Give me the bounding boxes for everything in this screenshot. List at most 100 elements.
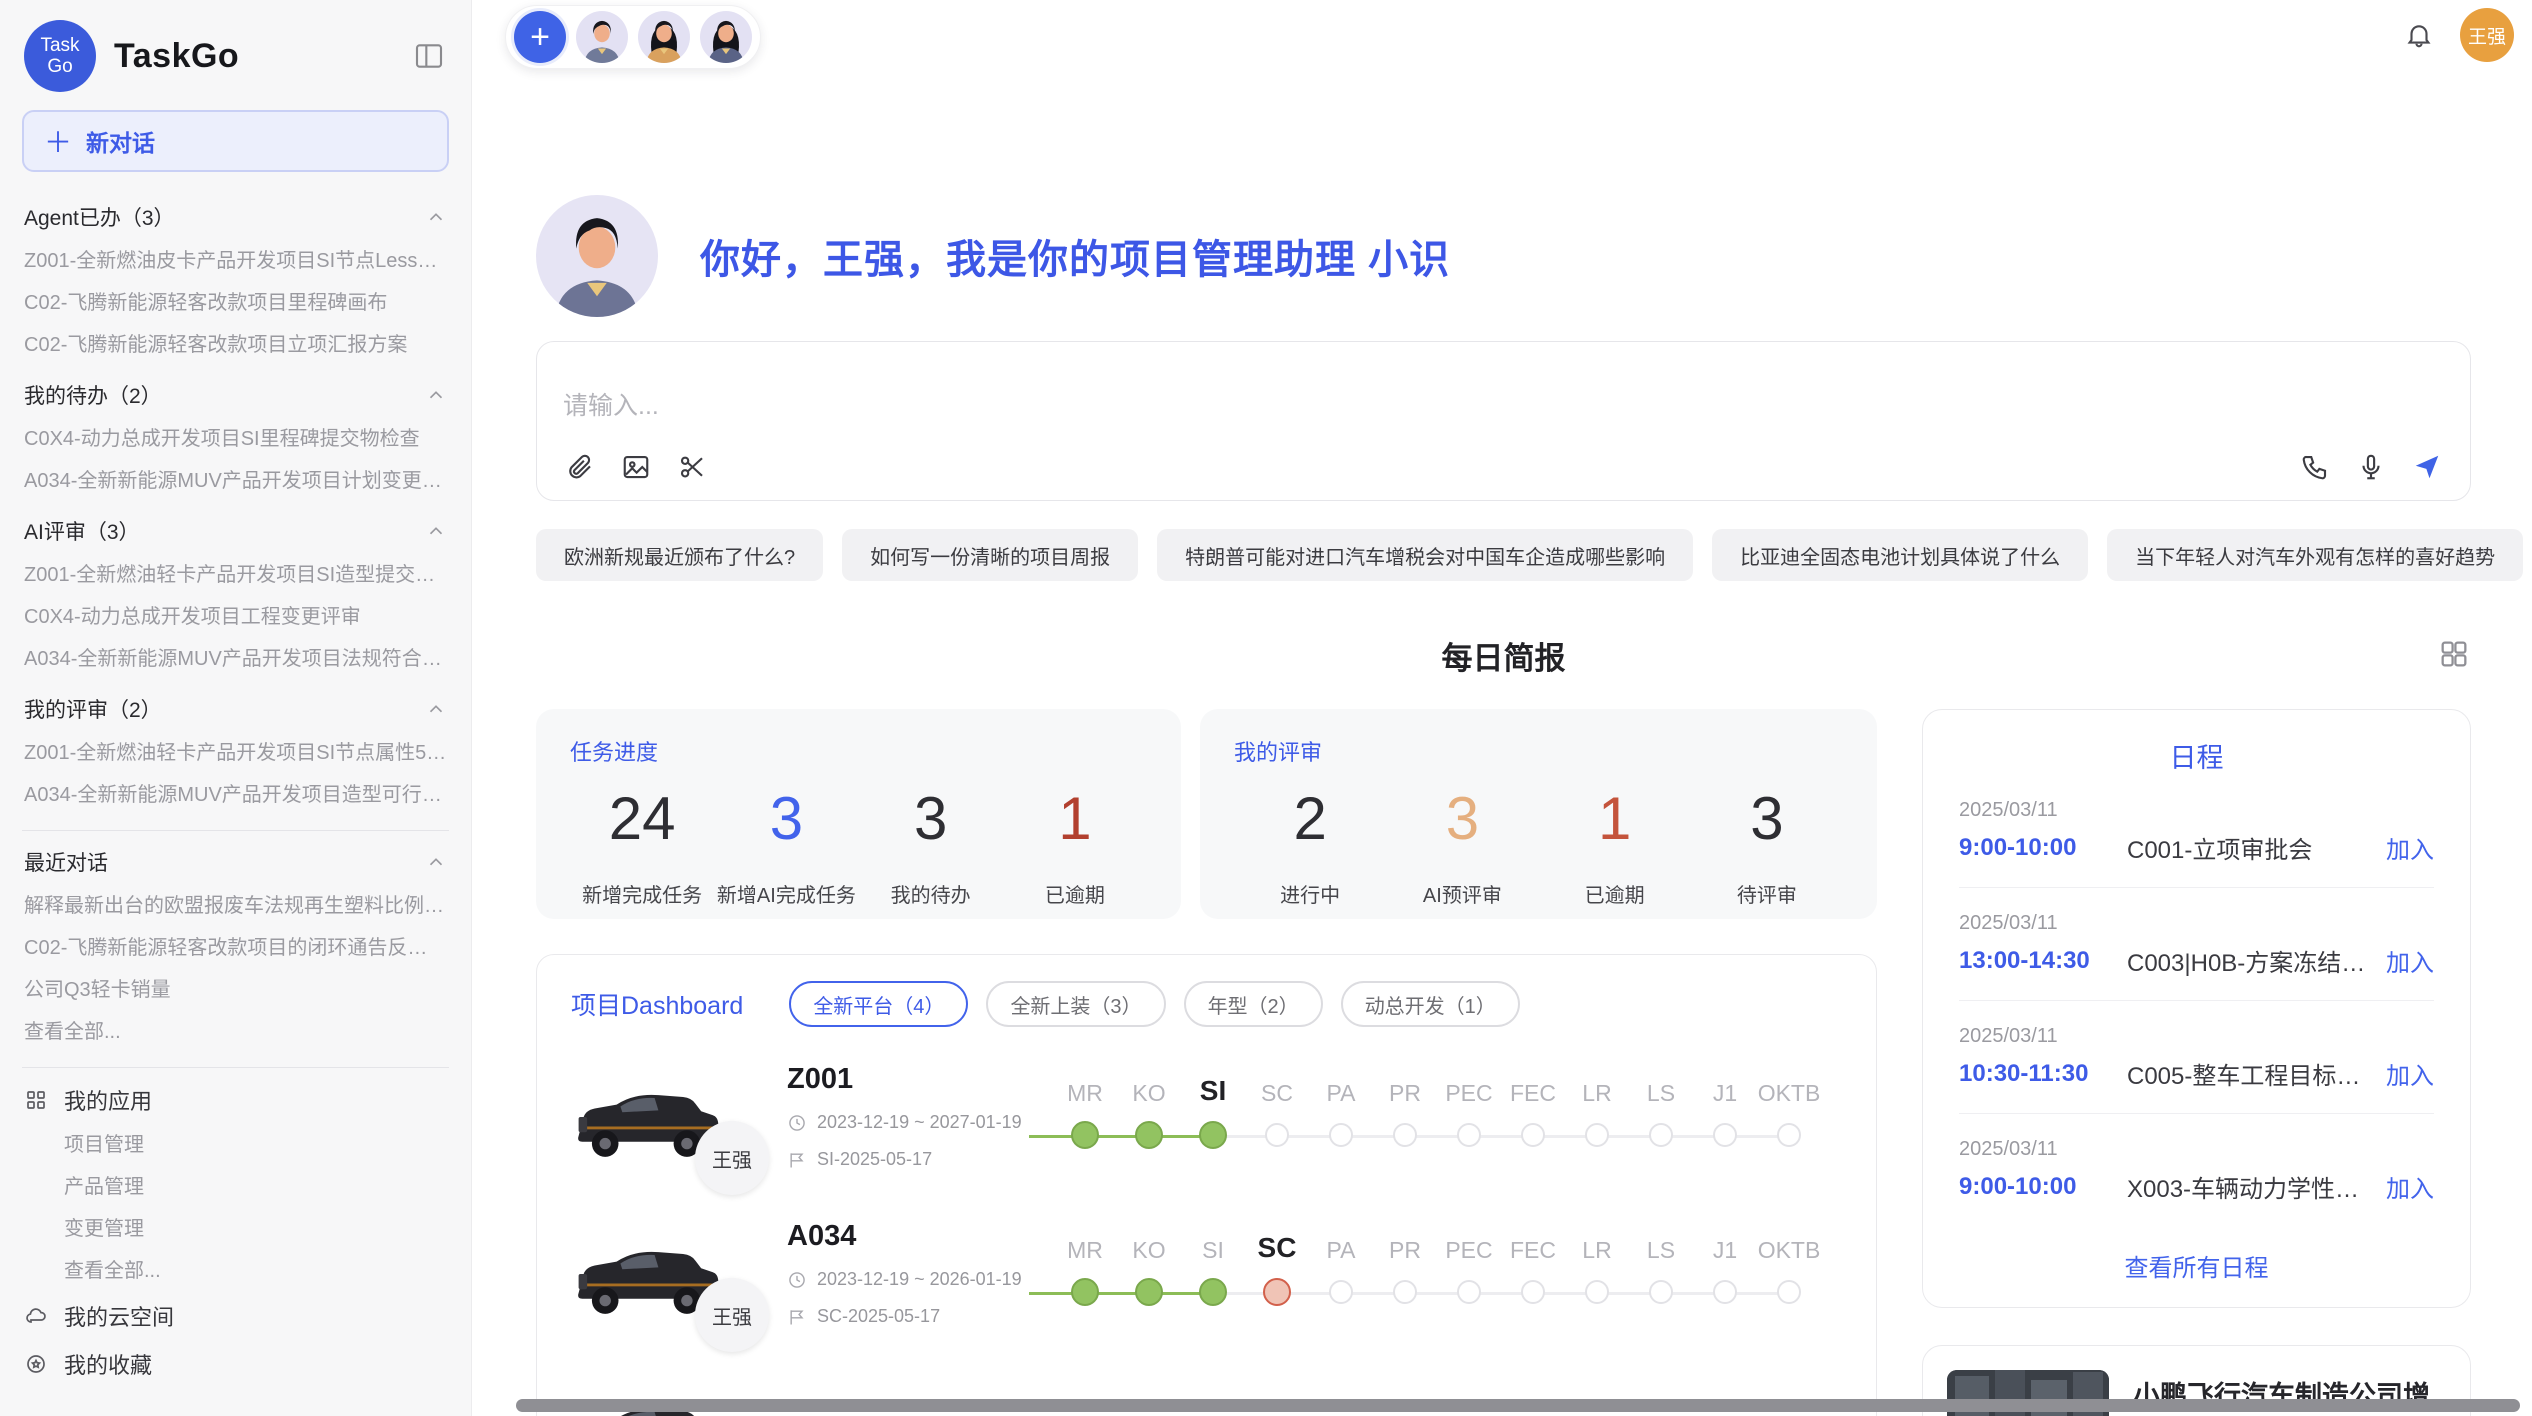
milestone-label: PR xyxy=(1389,1226,1421,1264)
member-avatar-1[interactable] xyxy=(576,11,628,63)
sidebar-app-item[interactable]: 变更管理 xyxy=(64,1208,447,1250)
stat-card-title: 任务进度 xyxy=(570,735,1147,767)
dashboard-tab[interactable]: 年型（2） xyxy=(1184,981,1323,1027)
sidebar-section-header[interactable]: Agent已办（3） xyxy=(24,194,447,240)
sidebar-conversation-item[interactable]: A034-全新新能源MUV产品开发项目法规符合性评审 xyxy=(24,638,447,680)
project-dates: 2023-12-19 ~ 2026-01-19 xyxy=(787,1269,1039,1290)
stat-label: 待评审 xyxy=(1737,879,1797,908)
phone-icon[interactable] xyxy=(2298,450,2332,484)
recent-section-header[interactable]: 最近对话 xyxy=(24,839,447,885)
project-flag-text: SI-2025-05-17 xyxy=(817,1149,932,1170)
milestone-dot xyxy=(1199,1278,1227,1306)
dashboard-tab[interactable]: 全新平台（4） xyxy=(789,981,968,1027)
collapse-sidebar-icon[interactable] xyxy=(411,40,447,72)
sidebar-conversation-item[interactable]: C02-飞腾新能源轻客改款项目立项汇报方案 xyxy=(24,324,447,366)
sidebar-section-header[interactable]: 我的待办（2） xyxy=(24,372,447,418)
member-avatar-3[interactable] xyxy=(700,11,752,63)
milestone-label: PA xyxy=(1327,1226,1356,1264)
add-member-button[interactable]: + xyxy=(514,11,566,63)
sidebar-section-header[interactable]: AI评审（3） xyxy=(24,508,447,554)
stats-row: 24新增完成任务3新增AI完成任务3我的待办1已逾期 xyxy=(570,781,1147,908)
sidebar-section-header[interactable]: 我的评审（2） xyxy=(24,686,447,732)
milestone-step: OKTB xyxy=(1757,1069,1821,1149)
sidebar-item-favorites[interactable]: 我的收藏 xyxy=(24,1340,447,1388)
sidebar-conversation-item[interactable]: A034-全新新能源MUV产品开发项目造型可行性评审 xyxy=(24,774,447,816)
sidebar-conversation-item[interactable]: C0X4-动力总成开发项目工程变更评审 xyxy=(24,596,447,638)
notification-bell-icon[interactable] xyxy=(2404,19,2434,51)
project-dashboard-card: 项目Dashboard 全新平台（4）全新上装（3）年型（2）动总开发（1） 王… xyxy=(536,954,1877,1416)
sidebar-conversation-item[interactable]: C0X4-动力总成开发项目SI里程碑提交物检查 xyxy=(24,418,447,460)
suggestion-chip[interactable]: 比亚迪全固态电池计划具体说了什么 xyxy=(1712,529,2088,581)
join-meeting-link[interactable]: 加入 xyxy=(2386,943,2434,978)
schedule-event-title: C001-立项审批会 xyxy=(2127,830,2374,865)
sidebar-item-agent[interactable]: AI超级员工 xyxy=(24,1404,447,1416)
suggestion-chip[interactable]: 如何写一份清晰的项目周报 xyxy=(842,529,1138,581)
project-row: 王强A0342023-12-19 ~ 2026-01-19SC-2025-05-… xyxy=(571,1220,1842,1360)
milestone-label: LR xyxy=(1582,1069,1611,1107)
schedule-event-title: C003|H0B-方案冻结评审 xyxy=(2127,943,2374,978)
view-all-schedule-link[interactable]: 查看所有日程 xyxy=(1959,1248,2434,1283)
dashboard-header: 项目Dashboard 全新平台（4）全新上装（3）年型（2）动总开发（1） xyxy=(571,981,1842,1027)
right-column: 日程 2025/03/119:00-10:00C001-立项审批会加入2025/… xyxy=(1922,709,2471,1416)
layout-grid-icon[interactable] xyxy=(2437,637,2471,671)
sidebar-conversation-item[interactable]: Z001-全新燃油皮卡产品开发项目SI节点Lesson Learn报告 xyxy=(24,240,447,282)
project-name: A034 xyxy=(787,1220,1039,1253)
recent-conversation-item[interactable]: 查看全部... xyxy=(24,1011,447,1053)
new-chat-button[interactable]: ＋ 新对话 xyxy=(22,110,449,172)
recent-conversation-item[interactable]: 公司Q3轻卡销量 xyxy=(24,969,447,1011)
member-avatar-2[interactable] xyxy=(638,11,690,63)
milestone-dot xyxy=(1393,1280,1417,1304)
sidebar-conversation-item[interactable]: C02-飞腾新能源轻客改款项目里程碑画布 xyxy=(24,282,447,324)
project-info: Z0012023-12-19 ~ 2027-01-19SI-2025-05-17 xyxy=(787,1063,1039,1170)
milestone-dot xyxy=(1135,1278,1163,1306)
milestone-label: LS xyxy=(1647,1226,1675,1264)
join-meeting-link[interactable]: 加入 xyxy=(2386,830,2434,865)
sidebar-conversation-item[interactable]: Z001-全新燃油轻卡产品开发项目SI节点属性5D文件评审 xyxy=(24,732,447,774)
recent-conversation-item[interactable]: 解释最新出台的欧盟报废车法规再生塑料比例被调至15%... xyxy=(24,885,447,927)
suggestion-chip[interactable]: 特朗普可能对进口汽车增税会对中国车企造成哪些影响 xyxy=(1157,529,1693,581)
flag-icon xyxy=(787,1307,807,1327)
sidebar-app-item[interactable]: 查看全部... xyxy=(64,1250,447,1292)
send-icon[interactable] xyxy=(2410,450,2444,484)
microphone-icon[interactable] xyxy=(2354,450,2388,484)
milestone-label: MR xyxy=(1067,1226,1103,1264)
project-owner-badge: 王强 xyxy=(695,1278,769,1352)
schedule-card: 日程 2025/03/119:00-10:00C001-立项审批会加入2025/… xyxy=(1922,709,2471,1308)
user-avatar[interactable]: 王强 xyxy=(2460,8,2514,62)
favorites-label: 我的收藏 xyxy=(64,1348,152,1380)
image-icon[interactable] xyxy=(619,450,653,484)
chat-input[interactable] xyxy=(563,386,2444,430)
sidebar-conversation-item[interactable]: Z001-全新燃油轻卡产品开发项目SI造型提交物评审 xyxy=(24,554,447,596)
input-actions xyxy=(563,450,2444,484)
join-meeting-link[interactable]: 加入 xyxy=(2386,1169,2434,1204)
milestone-dot xyxy=(1521,1280,1545,1304)
stat-item: 3待评审 xyxy=(1691,781,1843,908)
stat-item: 3AI预评审 xyxy=(1386,781,1538,908)
schedule-event-title: X003-车辆动力学性能验... xyxy=(2127,1169,2374,1204)
recent-conversation-item[interactable]: C02-飞腾新能源轻客改款项目的闭环通告反馈情况 xyxy=(24,927,447,969)
sidebar-conversation-item[interactable]: A034-全新新能源MUV产品开发项目计划变更表编写 xyxy=(24,460,447,502)
sidebar-app-item[interactable]: 项目管理 xyxy=(64,1124,447,1166)
milestone-dot xyxy=(1457,1280,1481,1304)
milestone-label: OKTB xyxy=(1758,1069,1821,1107)
sidebar-app-item[interactable]: 产品管理 xyxy=(64,1166,447,1208)
stat-item: 3我的待办 xyxy=(859,781,1003,908)
stat-value: 1 xyxy=(1598,781,1631,857)
sidebar-item-cloud[interactable]: 我的云空间 xyxy=(24,1292,447,1340)
sidebar-item-my-apps[interactable]: 我的应用 xyxy=(24,1076,447,1124)
join-meeting-link[interactable]: 加入 xyxy=(2386,1056,2434,1091)
sidebar-section-label: 我的待办（2） xyxy=(24,380,162,410)
stat-label: 已逾期 xyxy=(1045,879,1105,908)
plus-icon: ＋ xyxy=(44,121,72,161)
scissors-icon[interactable] xyxy=(675,450,709,484)
suggestion-chip[interactable]: 欧洲新规最近颁布了什么? xyxy=(536,529,823,581)
dashboard-tab[interactable]: 动总开发（1） xyxy=(1341,981,1520,1027)
horizontal-scrollbar[interactable] xyxy=(516,1399,2520,1412)
milestone-dot xyxy=(1071,1278,1099,1306)
stat-value: 3 xyxy=(1446,781,1479,857)
dashboard-tab[interactable]: 全新上装（3） xyxy=(986,981,1165,1027)
schedule-title: 日程 xyxy=(1959,736,2434,775)
suggestion-chip[interactable]: 当下年轻人对汽车外观有怎样的喜好趋势 xyxy=(2107,529,2523,581)
paperclip-icon[interactable] xyxy=(563,450,597,484)
divider xyxy=(22,830,449,831)
